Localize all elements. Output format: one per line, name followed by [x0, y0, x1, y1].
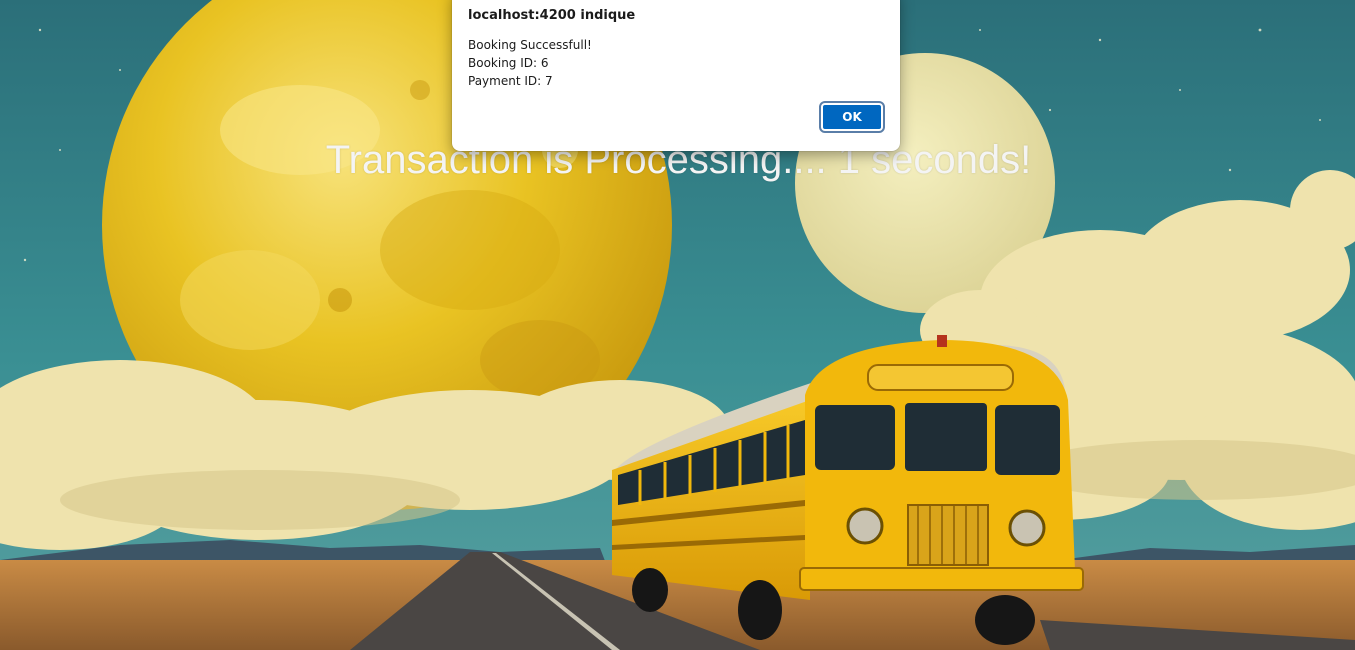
- alert-message: Booking Successfull! Booking ID: 6 Payme…: [468, 36, 592, 90]
- alert-title: localhost:4200 indique: [468, 8, 636, 23]
- alert-line-booking-id: Booking ID: 6: [468, 56, 549, 70]
- page: Transaction is Processing.... 1 seconds!…: [0, 0, 1355, 650]
- alert-line-booking-status: Booking Successfull!: [468, 38, 592, 52]
- ok-button[interactable]: OK: [819, 101, 885, 133]
- alert-line-payment-id: Payment ID: 7: [468, 74, 553, 88]
- alert-dialog: localhost:4200 indique Booking Successfu…: [452, 0, 900, 151]
